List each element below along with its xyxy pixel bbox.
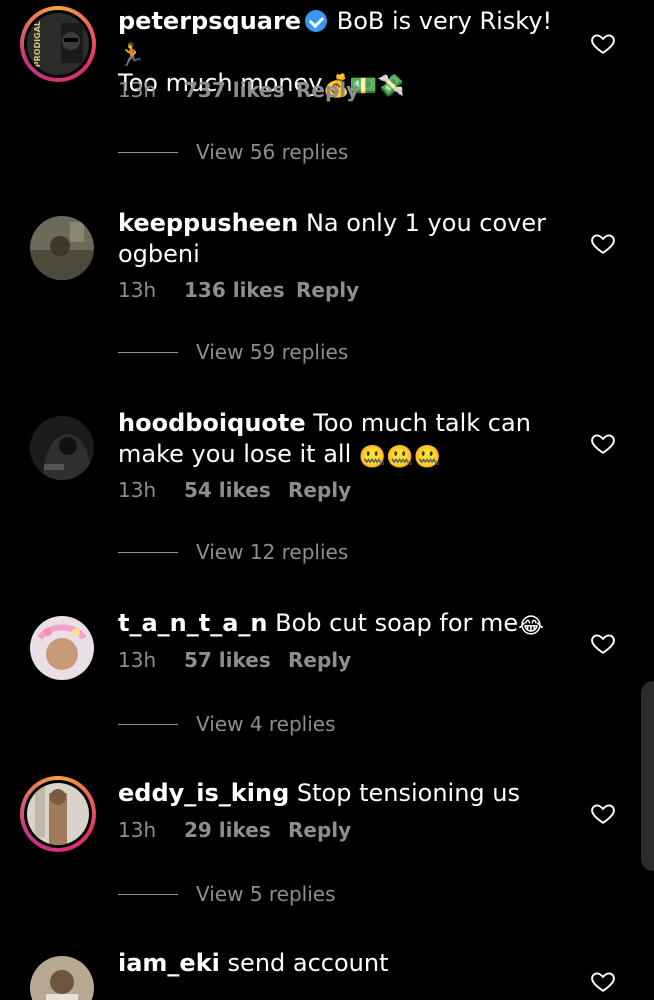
view-replies-label: View 56 replies — [196, 140, 349, 164]
comment-likes[interactable]: 136 likes — [184, 278, 296, 302]
view-replies-label: View 59 replies — [196, 340, 349, 364]
scrollbar-handle[interactable] — [641, 681, 654, 871]
running-emoji: 🏃 — [118, 43, 146, 68]
comment-likes[interactable]: 737 likes — [184, 78, 296, 102]
replies-divider — [118, 552, 178, 553]
avatar-story-ring[interactable] — [20, 776, 96, 852]
comment-likes[interactable]: 29 likes — [184, 818, 288, 842]
comment-likes[interactable]: 57 likes — [184, 648, 288, 672]
replies-divider — [118, 352, 178, 353]
view-replies-button[interactable]: View 5 replies — [118, 882, 336, 906]
heart-outline-icon[interactable] — [590, 968, 616, 994]
comment-body: BoB is very Risky! — [336, 7, 553, 35]
comment-item: keeppusheen Na only 1 you cover ogbeni 1… — [0, 200, 654, 400]
replies-divider — [118, 894, 178, 895]
money-with-wings-emoji: 💸 — [377, 74, 405, 99]
comment-item: PRODIGAL peterpsquare BoB is very Risky!… — [0, 0, 654, 200]
comment-item: eddy_is_king Stop tensioning us 13h 29 li… — [0, 770, 654, 940]
reply-button[interactable]: Reply — [296, 78, 359, 102]
reply-button[interactable]: Reply — [288, 648, 351, 672]
view-replies-button[interactable]: View 4 replies — [118, 712, 336, 736]
avatar[interactable]: PRODIGAL — [27, 13, 89, 75]
comment-item: t_a_n_t_a_n Bob cut soap for me😂 13h 57 l… — [0, 600, 654, 770]
comment-body: Bob cut soap for me — [275, 609, 519, 637]
comment-body: Stop tensioning us — [296, 779, 520, 807]
avatar-wrapper[interactable] — [20, 606, 96, 682]
comment-meta: 13h 136 likes Reply — [118, 278, 359, 302]
view-replies-label: View 4 replies — [196, 712, 336, 736]
comment-username[interactable]: peterpsquare — [118, 7, 301, 35]
comment-meta: 13h 54 likes Reply — [118, 478, 351, 502]
avatar[interactable] — [30, 956, 94, 1000]
avatar[interactable] — [27, 783, 89, 845]
comment-text: eddy_is_king Stop tensioning us — [118, 778, 578, 809]
comment-text: t_a_n_t_a_n Bob cut soap for me😂 — [118, 608, 578, 639]
heart-outline-icon[interactable] — [590, 800, 616, 826]
heart-outline-icon[interactable] — [590, 430, 616, 456]
view-replies-button[interactable]: View 12 replies — [118, 540, 348, 564]
zipper-mouth-emoji: 🤐 — [386, 445, 414, 470]
avatar-wrapper[interactable] — [20, 946, 96, 1000]
comment-meta: 13h 57 likes Reply — [118, 648, 351, 672]
comment-time: 13h — [118, 278, 157, 302]
heart-outline-icon[interactable] — [590, 630, 616, 656]
tears-of-joy-emoji: 😂 — [518, 614, 544, 639]
replies-divider — [118, 152, 178, 153]
zipper-mouth-emoji: 🤐 — [413, 445, 442, 470]
heart-outline-icon[interactable] — [590, 230, 616, 256]
reply-button[interactable]: Reply — [288, 478, 351, 502]
verified-badge-icon — [305, 10, 328, 32]
heart-outline-icon[interactable] — [590, 30, 616, 56]
comment-time: 13h — [118, 478, 157, 502]
zipper-mouth-emoji: 🤐 — [358, 445, 387, 470]
avatar-story-ring[interactable]: PRODIGAL — [20, 6, 96, 82]
comment-meta: 13h 737 likes Reply — [118, 78, 359, 102]
avatar[interactable] — [30, 616, 94, 680]
comment-meta: 13h 29 likes Reply — [118, 818, 351, 842]
view-replies-button[interactable]: View 56 replies — [118, 140, 348, 164]
comment-username[interactable]: iam_eki — [118, 949, 220, 977]
view-replies-button[interactable]: View 59 replies — [118, 340, 348, 364]
avatar-wrapper[interactable] — [20, 206, 96, 282]
comment-item: iam_eki send account — [0, 940, 654, 1000]
comment-text: hoodboiquote Too much talk can make you … — [118, 408, 578, 470]
reply-button[interactable]: Reply — [288, 818, 351, 842]
comment-text: keeppusheen Na only 1 you cover ogbeni — [118, 208, 578, 270]
replies-divider — [118, 724, 178, 725]
comment-username[interactable]: eddy_is_king — [118, 779, 289, 807]
comment-text: iam_eki send account — [118, 948, 578, 979]
comment-username[interactable]: hoodboiquote — [118, 409, 306, 437]
comment-time: 13h — [118, 78, 157, 102]
comment-item: hoodboiquote Too much talk can make you … — [0, 400, 654, 600]
comment-body: send account — [227, 949, 389, 977]
view-replies-label: View 5 replies — [196, 882, 336, 906]
avatar[interactable] — [30, 416, 94, 480]
comment-likes[interactable]: 54 likes — [184, 478, 288, 502]
comment-time: 13h — [118, 648, 157, 672]
view-replies-label: View 12 replies — [196, 540, 349, 564]
comment-username[interactable]: keeppusheen — [118, 209, 298, 237]
avatar-wrapper[interactable] — [20, 406, 96, 482]
avatar-logo-text: PRODIGAL — [33, 21, 42, 68]
reply-button[interactable]: Reply — [296, 278, 359, 302]
comment-username[interactable]: t_a_n_t_a_n — [118, 609, 268, 637]
comment-time: 13h — [118, 818, 157, 842]
avatar[interactable] — [30, 216, 94, 280]
